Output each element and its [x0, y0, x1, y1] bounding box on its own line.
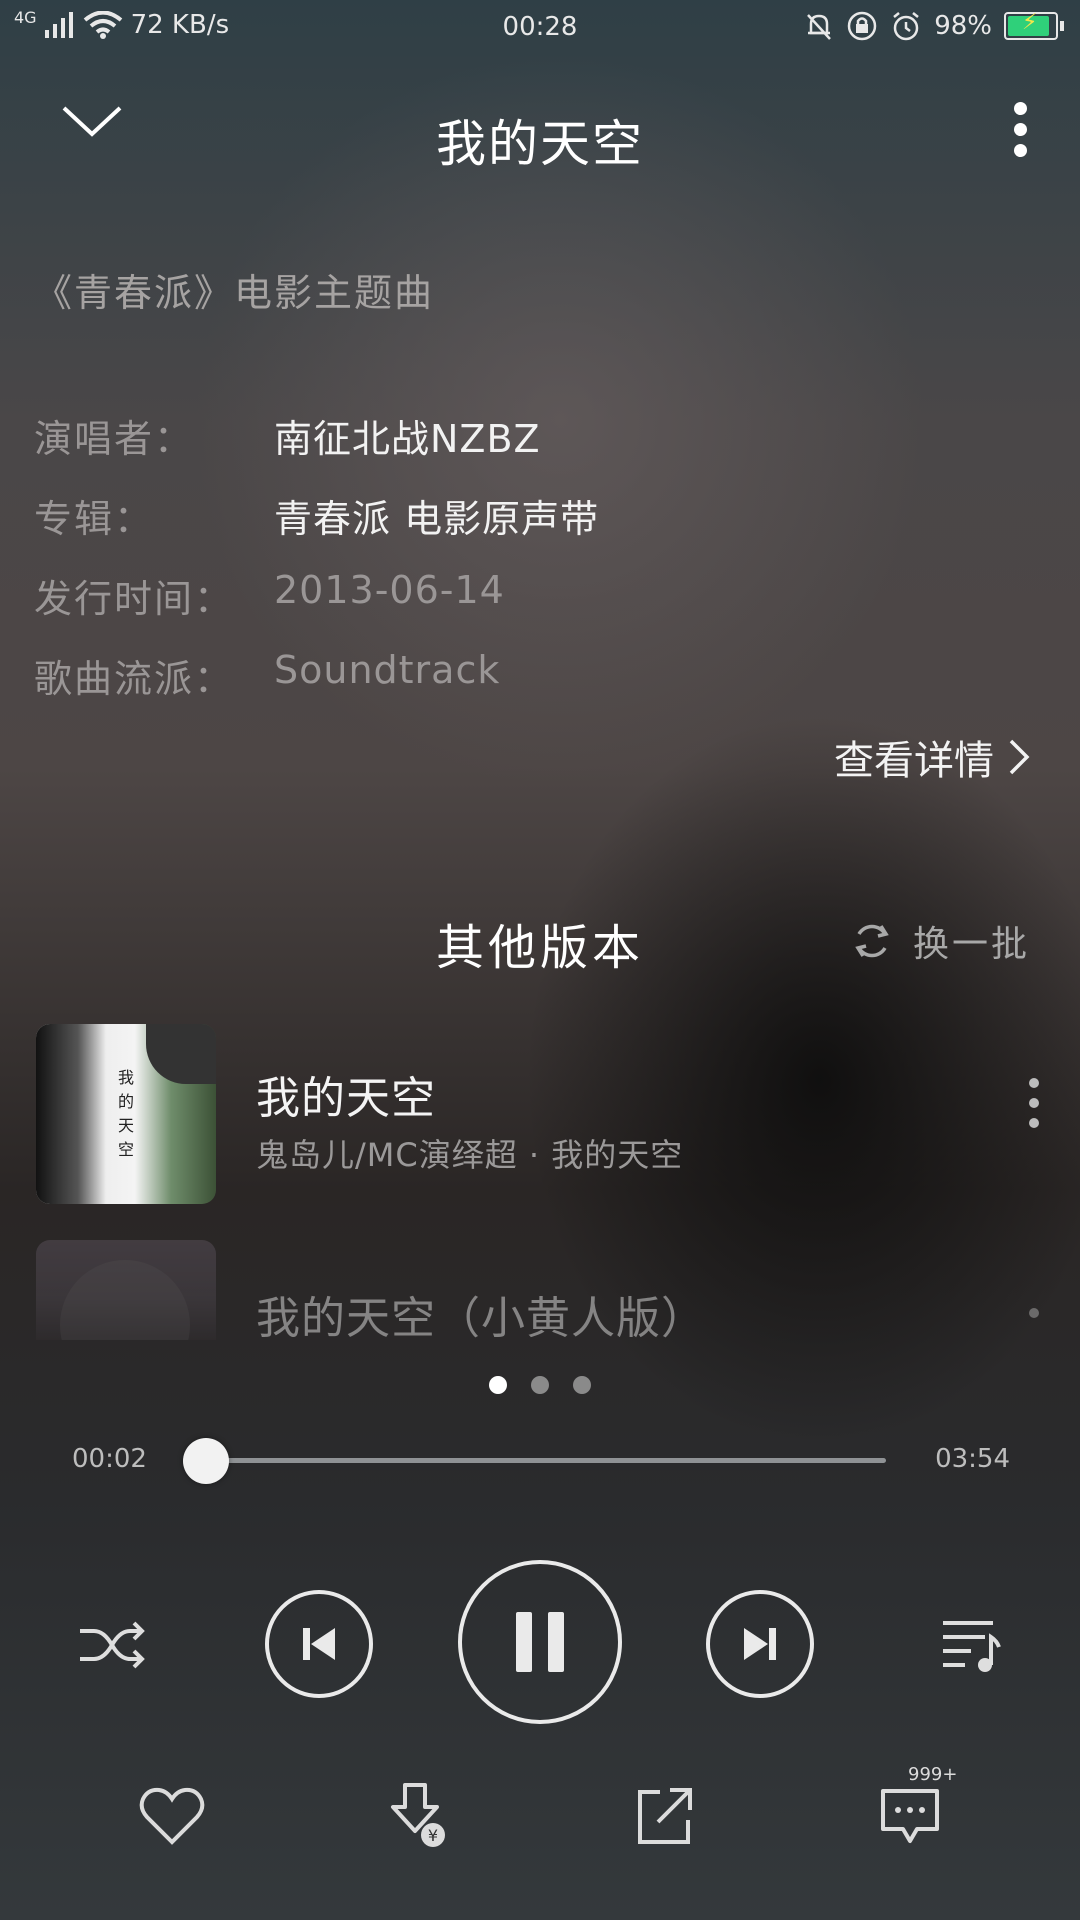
download-icon: ¥ — [391, 1783, 445, 1847]
share-button[interactable] — [624, 1776, 704, 1856]
more-dot — [1013, 144, 1027, 157]
pause-icon — [516, 1612, 564, 1672]
version-more-button[interactable] — [1022, 1308, 1046, 1340]
rotation-lock-icon — [847, 11, 877, 41]
playback-controls — [0, 1560, 1080, 1730]
page-dot[interactable] — [489, 1376, 507, 1394]
refresh-batch-button[interactable]: 换一批 — [851, 915, 1030, 967]
more-dot — [1029, 1118, 1039, 1128]
version-item[interactable]: 我的天空（小黄人版） — [36, 1240, 1046, 1340]
refresh-label: 换一批 — [912, 924, 1030, 965]
cover-art-figure — [36, 1024, 106, 1204]
more-dot — [1029, 1098, 1039, 1108]
player-header: 我的天空 — [0, 90, 1080, 180]
more-dot — [1029, 1308, 1039, 1318]
next-button[interactable] — [706, 1590, 814, 1698]
like-button[interactable] — [132, 1776, 212, 1856]
total-time: 03:54 — [935, 1444, 1010, 1474]
view-details-link[interactable]: 查看详情 — [834, 728, 1030, 786]
refresh-icon — [855, 924, 889, 958]
view-details-label: 查看详情 — [834, 738, 994, 784]
action-bar: ¥ 999+ — [0, 1764, 1080, 1866]
version-item[interactable]: 我的天空 我的天空 鬼岛儿/MC演绎超 · 我的天空 — [36, 1024, 1046, 1204]
info-row-artist: 演唱者： 南征北战NZBZ — [34, 400, 1044, 480]
page-dot[interactable] — [573, 1376, 591, 1394]
comment-button[interactable] — [870, 1776, 950, 1856]
pause-button[interactable] — [458, 1560, 622, 1724]
svg-text:¥: ¥ — [428, 1826, 438, 1845]
album-cover — [36, 1240, 216, 1340]
progress-thumb[interactable] — [183, 1438, 230, 1484]
download-button[interactable]: ¥ — [378, 1776, 458, 1856]
chevron-right-icon — [1009, 739, 1030, 775]
progress-bar[interactable] — [200, 1458, 886, 1463]
shuffle-icon — [80, 1621, 145, 1669]
page-dot[interactable] — [531, 1376, 549, 1394]
album-cover: 我的天空 — [36, 1024, 216, 1204]
status-right: 98% ⚡ — [804, 10, 1064, 42]
playlist-button[interactable] — [936, 1610, 1006, 1680]
album-link[interactable]: 青春派 电影原声带 — [274, 488, 599, 543]
info-row-release-date: 发行时间： 2013-06-14 — [34, 560, 1044, 640]
info-label: 歌曲流派： — [34, 657, 235, 701]
comment-icon — [881, 1789, 939, 1843]
alarm-icon — [893, 12, 919, 41]
battery-cap — [1060, 21, 1064, 31]
cover-text: 我的天空 — [117, 1068, 134, 1159]
version-title: 我的天空（小黄人版） — [256, 1293, 706, 1340]
artist-link[interactable]: 南征北战NZBZ — [274, 408, 541, 463]
status-bar: 4G 72 KB/s 00:28 98% ⚡ — [0, 0, 1080, 56]
more-dot — [1029, 1078, 1039, 1088]
info-label: 发行时间： — [34, 577, 235, 621]
battery-icon: ⚡ — [1004, 10, 1058, 40]
page-indicator — [0, 1376, 1080, 1394]
battery-percent: 98% — [934, 11, 992, 41]
more-dot — [1013, 123, 1027, 136]
current-time: 00:02 — [72, 1444, 147, 1474]
version-title: 我的天空 — [256, 1073, 436, 1124]
info-row-album: 专辑： 青春派 电影原声带 — [34, 480, 1044, 560]
comment-count-badge: 999+ — [908, 1764, 958, 1785]
song-subtitle: 《青春派》电影主题曲 — [34, 271, 435, 315]
release-date: 2013-06-14 — [274, 568, 505, 612]
cover-art-figure — [146, 1024, 216, 1084]
info-row-genre: 歌曲流派： Soundtrack — [34, 640, 1044, 720]
shuffle-button[interactable] — [72, 1610, 152, 1680]
song-title: 我的天空 — [436, 115, 644, 173]
version-subtitle: 鬼岛儿/MC演绎超 · 我的天空 — [256, 1136, 684, 1174]
previous-button[interactable] — [265, 1590, 373, 1698]
more-dot — [1013, 102, 1027, 115]
previous-icon — [303, 1628, 335, 1660]
next-icon — [744, 1628, 776, 1660]
share-icon — [638, 1788, 692, 1844]
mute-bell-icon — [807, 14, 832, 40]
version-more-button[interactable] — [1022, 1078, 1046, 1148]
charging-bolt-icon: ⚡ — [1022, 10, 1038, 35]
info-label: 专辑： — [34, 497, 155, 541]
playlist-icon — [943, 1621, 1001, 1672]
heart-icon — [139, 1787, 205, 1845]
genre: Soundtrack — [274, 648, 501, 692]
info-label: 演唱者： — [34, 417, 195, 461]
cover-disc — [60, 1260, 190, 1340]
more-options-button[interactable] — [1000, 102, 1040, 162]
song-info: 演唱者： 南征北战NZBZ 专辑： 青春派 电影原声带 发行时间： 2013-0… — [34, 400, 1044, 720]
